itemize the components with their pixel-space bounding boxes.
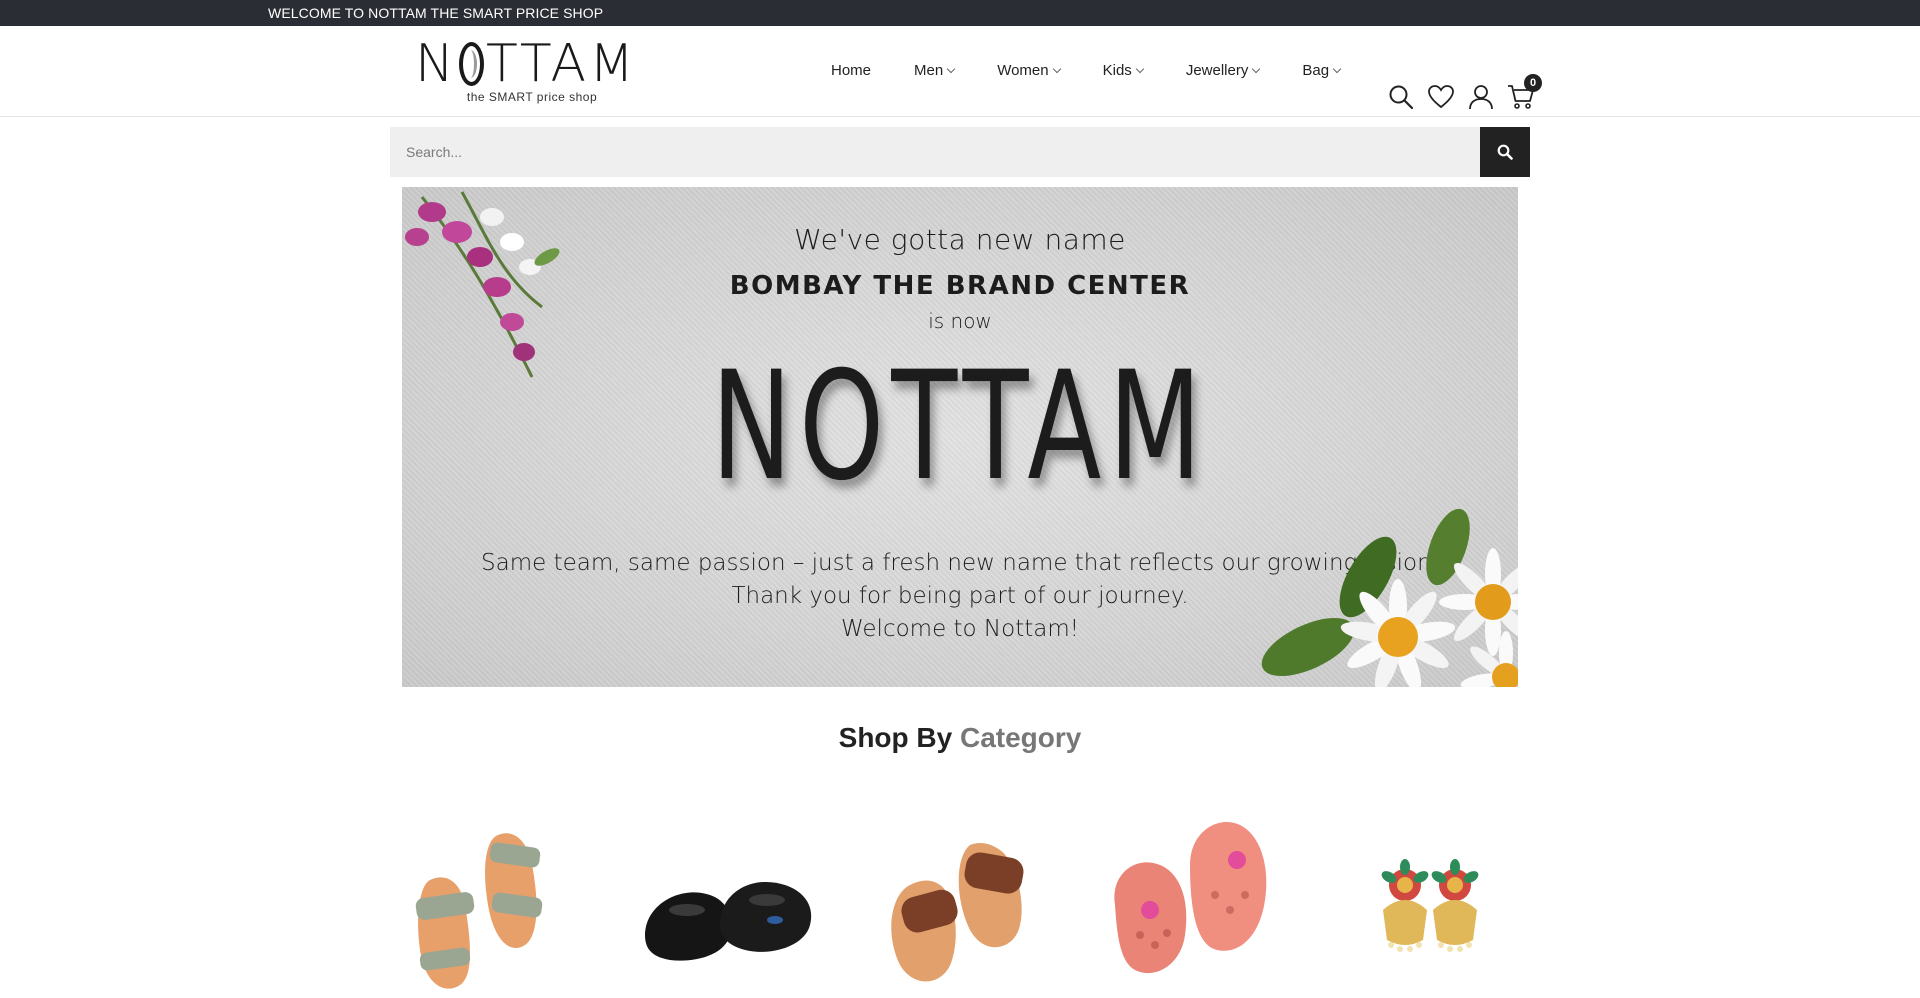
shop-by-category-heading: Shop By Category [838, 722, 1082, 753]
search-icon [1497, 144, 1513, 160]
banner-line-isnow: is now [928, 309, 992, 333]
nav-item-kids[interactable]: Kids [1103, 62, 1145, 79]
logo-wordmark: N TTAM [415, 34, 637, 94]
cart-count-badge: 0 [1524, 74, 1542, 92]
user-icon[interactable] [1466, 82, 1496, 112]
nav-item-jewellery[interactable]: Jewellery [1186, 62, 1261, 79]
hero-banner[interactable]: We've gotta new name BOMBAY THE BRAND CE… [402, 187, 1518, 687]
nav-item-bag[interactable]: Bag [1302, 62, 1342, 79]
site-logo[interactable]: N TTAM the SMART price shop [415, 38, 637, 104]
category-school-shoes[interactable] [625, 785, 825, 993]
cart-icon[interactable]: 0 [1506, 74, 1542, 112]
men-slipper-image [891, 842, 1024, 982]
chevron-down-icon [1135, 64, 1145, 73]
main-nav: Home Men Women Kids Jewellery Bag [831, 62, 1383, 79]
school-shoes-image [645, 881, 812, 961]
category-list [390, 785, 1530, 993]
daisy-decoration-icon [1261, 508, 1518, 687]
chevron-down-icon [1332, 64, 1342, 73]
category-jewellery-earrings[interactable] [1330, 785, 1530, 993]
nav-item-home[interactable]: Home [831, 62, 871, 79]
welcome-topbar: WELCOME TO NOTTAM THE SMART PRICE SHOP [0, 0, 1920, 26]
nav-item-men[interactable]: Men [914, 62, 956, 79]
logo-o-mark [458, 42, 484, 86]
earrings-image [1381, 859, 1479, 952]
chevron-down-icon [1052, 64, 1061, 73]
women-sandal-image [415, 833, 543, 989]
category-men-slippers[interactable] [860, 785, 1060, 993]
chevron-down-icon [946, 64, 956, 73]
chevron-down-icon [1252, 64, 1261, 73]
site-header: N TTAM the SMART price shop Home Men Wome… [0, 26, 1920, 117]
search-input[interactable] [390, 127, 1480, 177]
heart-icon[interactable] [1426, 82, 1456, 112]
header-icons: 0 [1386, 74, 1546, 112]
search-bar [390, 127, 1530, 177]
welcome-text: WELCOME TO NOTTAM THE SMART PRICE SHOP [268, 5, 604, 21]
category-kids-clogs[interactable] [1095, 785, 1295, 993]
category-women-sandals[interactable] [390, 785, 590, 993]
banner-line-intro: We've gotta new name [794, 223, 1126, 256]
nav-item-women[interactable]: Women [997, 62, 1061, 79]
banner-line-oldname: BOMBAY THE BRAND CENTER [729, 271, 1191, 301]
search-icon[interactable] [1386, 82, 1416, 112]
search-submit-button[interactable] [1480, 127, 1530, 177]
kids-clog-image [1114, 821, 1267, 974]
banner-brand-name: NOTTAM [711, 340, 1209, 514]
